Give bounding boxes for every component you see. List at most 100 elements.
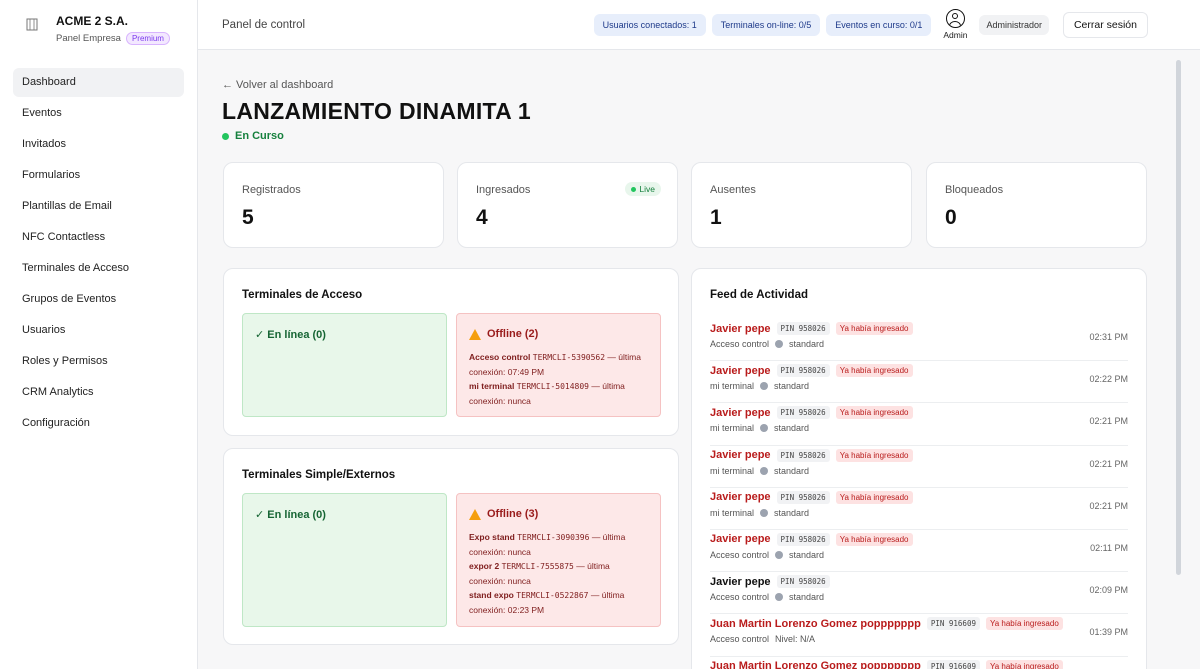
card-title: Terminales de Acceso (242, 289, 363, 301)
header-title: Panel de control (222, 18, 306, 31)
sidebar-item-dashboard[interactable]: Dashboard (13, 68, 184, 97)
guest-name[interactable]: Javier pepe (710, 407, 771, 419)
sidebar-item-crm-analytics[interactable]: CRM Analytics (13, 378, 184, 407)
feed-item-details: mi terminal standard (710, 423, 809, 433)
level-dot-icon (760, 382, 769, 391)
guest-name[interactable]: Juan Martin Lorenzo Gomez poppppppp (710, 660, 921, 669)
feed-item[interactable]: Javier pepe PIN 958026 Ya había ingresado m… (710, 488, 1128, 530)
connected-users-pill[interactable]: Usuarios conectados: 1 (593, 13, 706, 36)
warning-icon (469, 328, 481, 340)
terminal-name: Expo stand (469, 532, 515, 542)
feed-item-header: Javier pepe PIN 958026 Ya había ingresado (710, 364, 913, 378)
feed-item[interactable]: Javier pepe PIN 958026 Ya había ingresado m… (710, 361, 1128, 404)
terminal-name: expor 2 (469, 561, 500, 571)
premium-badge: Premium (125, 32, 170, 45)
feed-item[interactable]: Javier pepe PIN 958026 Ya había ingresado m… (710, 446, 1128, 488)
page-scrollbar[interactable] (1176, 60, 1181, 575)
warning-icon (469, 508, 481, 520)
sidebar-item-plantillas-email[interactable]: Plantillas de Email (13, 192, 184, 221)
stat-card-ingresados: Ingresados Live 4 (457, 162, 678, 248)
sidebar-item-configuracion[interactable]: Configuración (13, 409, 184, 438)
brand-subtitle: Panel Empresa Premium (56, 32, 170, 45)
stat-value: 5 (242, 206, 254, 229)
level-dot-icon (775, 550, 784, 559)
stat-card-ausentes: Ausentes 1 (691, 162, 912, 248)
online-terminals-box: ✓ En línea (0) (242, 493, 447, 627)
guest-name[interactable]: Juan Martin Lorenzo Gomez poppppppp (710, 618, 921, 630)
feed-item-header: Javier pepe PIN 958026 Ya había ingresado (710, 406, 913, 420)
sidebar-item-eventos[interactable]: Eventos (13, 99, 184, 128)
terminal-name: Acceso control (710, 634, 770, 645)
brand: ACME 2 S.A. Panel Empresa Premium (0, 0, 197, 58)
live-badge: Live (625, 182, 661, 196)
logout-button[interactable]: Cerrar sesión (1062, 11, 1148, 38)
guest-name[interactable]: Javier pepe (710, 533, 771, 545)
offline-count: Offline (3) (487, 508, 539, 520)
already-entered-badge: Ya había ingresado (835, 448, 913, 462)
terminal-code: TERMCLI-5390562 (532, 353, 606, 362)
sidebar-item-nfc-contactless[interactable]: NFC Contactless (13, 223, 184, 252)
brand-name: ACME 2 S.A. (56, 14, 129, 28)
terminal-name: mi terminal (710, 465, 755, 476)
feed-item[interactable]: Javier pepe PIN 958026 Ya había ingresado A… (710, 319, 1128, 362)
stat-label: Registrados (242, 184, 301, 196)
admin-profile[interactable]: Admin (943, 9, 967, 40)
feed-item-header: Javier pepe PIN 958026 Ya había ingresado (710, 322, 913, 335)
already-entered-badge: Ya había ingresado (835, 532, 913, 546)
event-status-label: En Curso (235, 130, 284, 142)
access-level: standard (774, 507, 810, 518)
offline-terminal-item: mi terminal TERMCLI-5014809 — última con… (469, 379, 648, 408)
sidebar: ACME 2 S.A. Panel Empresa Premium Dashbo… (0, 0, 198, 669)
role-badge: Administrador (979, 14, 1049, 35)
stat-card-registrados: Registrados 5 (223, 162, 444, 248)
feed-time: 02:09 PM (1089, 585, 1128, 596)
feed-item-details: mi terminal standard (710, 508, 809, 518)
terminal-code: TERMCLI-0522867 (516, 591, 589, 600)
terminal-code: TERMCLI-5014809 (516, 382, 589, 391)
offline-header: Offline (3) (469, 508, 648, 520)
guest-name[interactable]: Javier pepe (710, 365, 771, 377)
pin-badge: PIN 916609 (926, 659, 980, 669)
offline-terminal-item: Expo stand TERMCLI-3090396 — última cone… (469, 530, 648, 559)
sidebar-item-invitados[interactable]: Invitados (13, 130, 184, 159)
event-status: En Curso (222, 130, 284, 142)
stat-value: 1 (710, 206, 722, 229)
feed-item-header: Javier pepe PIN 958026 Ya había ingresado (710, 448, 913, 462)
level-dot-icon (760, 508, 769, 517)
sidebar-item-usuarios[interactable]: Usuarios (13, 316, 184, 345)
active-events-pill[interactable]: Eventos en curso: 0/1 (826, 13, 932, 36)
feed-time: 01:39 PM (1089, 627, 1128, 638)
back-to-dashboard-link[interactable]: ← Volver al dashboard (222, 79, 333, 91)
guest-name[interactable]: Javier pepe (710, 576, 771, 588)
activity-feed: Feed de Actividad Javier pepe PIN 958026 Y… (691, 268, 1147, 669)
guest-name[interactable]: Javier pepe (710, 491, 771, 503)
sidebar-item-roles-permisos[interactable]: Roles y Permisos (13, 347, 184, 376)
access-level: standard (774, 423, 810, 434)
feed-item[interactable]: Javier pepe PIN 958026 Ya había ingresado m… (710, 403, 1128, 446)
feed-item-header: Javier pepe PIN 958026 Ya había ingresado (710, 532, 913, 546)
terminal-name: mi terminal (710, 507, 755, 518)
terminal-name: mi terminal (469, 381, 515, 391)
feed-item[interactable]: Javier pepe PIN 958026 Ya había ingresado A… (710, 530, 1128, 573)
terminal-name: mi terminal (710, 423, 755, 434)
feed-item[interactable]: Juan Martin Lorenzo Gomez poppppppp PIN 9… (710, 614, 1128, 657)
sidebar-item-terminales-acceso[interactable]: Terminales de Acceso (13, 254, 184, 283)
sidebar-item-formularios[interactable]: Formularios (13, 161, 184, 190)
online-terminals-box: ✓ En línea (0) (242, 313, 447, 417)
feed-item-header: Juan Martin Lorenzo Gomez poppppppp PIN 9… (710, 617, 1063, 631)
online-terminals-pill[interactable]: Terminales on-line: 0/5 (711, 13, 821, 36)
stat-value: 0 (945, 206, 957, 229)
guest-name[interactable]: Javier pepe (710, 449, 771, 461)
already-entered-badge: Ya había ingresado (835, 406, 913, 420)
sidebar-item-grupos-eventos[interactable]: Grupos de Eventos (13, 285, 184, 314)
feed-item-details: Acceso control Nivel: N/A (710, 634, 815, 644)
feed-item[interactable]: Juan Martin Lorenzo Gomez poppppppp PIN 9… (710, 657, 1128, 669)
offline-list: Acceso control TERMCLI-5390562 — última … (469, 350, 648, 408)
feed-item-details: Acceso control standard (710, 550, 824, 560)
feed-item-header: Javier pepe PIN 958026 Ya había ingresado (710, 490, 913, 504)
feed-item[interactable]: Javier pepe PIN 958026 Acceso control stand… (710, 572, 1128, 615)
feed-time: 02:22 PM (1089, 374, 1128, 385)
simple-terminals-card: Terminales Simple/Externos ✓ En línea (0… (223, 448, 679, 645)
terminal-name: mi terminal (710, 381, 755, 392)
guest-name[interactable]: Javier pepe (710, 323, 771, 335)
